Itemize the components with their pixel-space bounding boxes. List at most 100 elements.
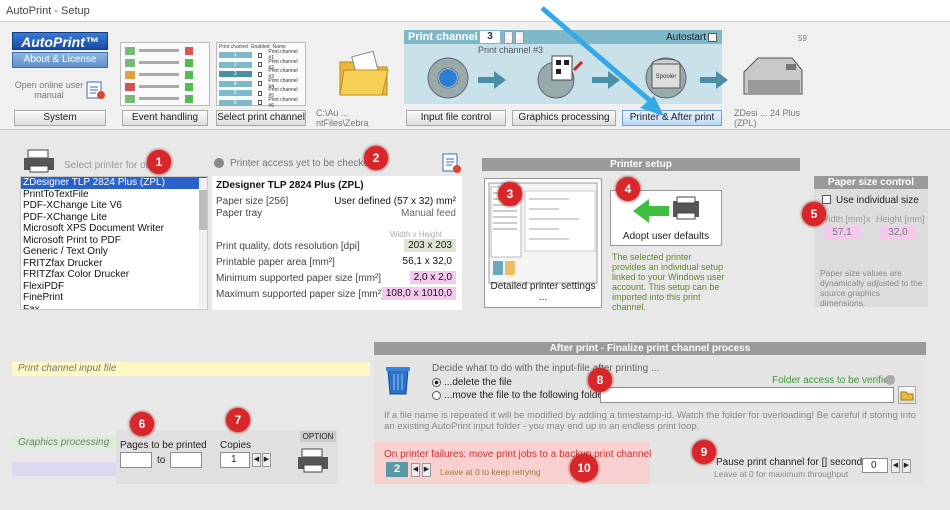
channel-enabled-checkbox[interactable] xyxy=(257,90,263,96)
adopt-user-defaults-label: Adopt user defaults xyxy=(622,231,710,242)
table-header-channel: Print channel xyxy=(219,44,249,50)
event-handling-button[interactable]: Event handling xyxy=(122,110,208,126)
printer-access-label: Printer access yet to be checked xyxy=(230,158,375,169)
channel-enabled-checkbox[interactable] xyxy=(257,62,263,68)
folder-access-label: Folder access to be verified xyxy=(772,375,895,386)
pages-label: Pages to be printed xyxy=(120,440,207,451)
printer-list-item[interactable]: Fax xyxy=(21,304,207,310)
printer-setup-note: The selected printer provides an individ… xyxy=(612,252,725,312)
pause-seconds-input[interactable]: 0 xyxy=(862,458,888,473)
listbox-scrollbar[interactable] xyxy=(199,178,207,308)
printer-list-item[interactable]: FlexiPDF xyxy=(21,281,207,293)
printer-info-panel: ZDesigner TLP 2824 Plus (ZPL) Paper size… xyxy=(212,176,462,310)
backup-down-icon[interactable]: ◀ xyxy=(411,463,420,477)
arrow-1-icon xyxy=(478,70,506,93)
page-from-input[interactable] xyxy=(120,452,152,468)
quality-value: 203 x 203 xyxy=(404,239,456,252)
input-file-control-icon xyxy=(420,52,476,102)
channel-enabled-checkbox[interactable] xyxy=(257,100,263,106)
paper-size-note: Paper size values are dynamically adjust… xyxy=(820,268,923,308)
paper-size-value: User defined (57 x 32) mm² xyxy=(334,196,456,207)
input-path-label: C:\Au ... ntFiles\Zebra xyxy=(316,108,369,128)
marker-1: 1 xyxy=(147,150,171,174)
marker-4: 4 xyxy=(616,177,640,201)
channel-row-number: 3 xyxy=(219,71,252,78)
channel-row-name: Print channel #6 xyxy=(268,96,298,109)
channel-row-number: 6 xyxy=(219,99,252,106)
printer-list-item[interactable]: FRITZfax Drucker xyxy=(21,258,207,270)
printer-list-item[interactable]: PrintToTextFile xyxy=(21,189,207,201)
page-to-input[interactable] xyxy=(170,452,202,468)
marker-9: 9 xyxy=(692,440,716,464)
printer-list-item[interactable]: Generic / Text Only xyxy=(21,246,207,258)
autostart-checkbox[interactable] xyxy=(708,33,717,42)
height-mm-label: Height [mm] xyxy=(876,214,925,224)
purple-section-bar xyxy=(12,462,116,476)
printer-icon xyxy=(22,148,58,174)
channel-table-thumbnail: Print channel Enabled Name 1 Print channe… xyxy=(216,42,306,109)
printer-manual-icon[interactable] xyxy=(440,152,462,174)
printer-list-item[interactable]: Microsoft Print to PDF xyxy=(21,235,207,247)
paper-size-row: Paper size [256] User defined (57 x 32) m… xyxy=(216,196,460,207)
detailed-settings-label: Detailed printer settings ... xyxy=(490,281,596,303)
copies-down-icon[interactable]: ◀ xyxy=(252,453,261,467)
channel-enabled-checkbox[interactable] xyxy=(257,81,263,87)
backup-channel-value[interactable]: 2 xyxy=(386,462,408,477)
max-size-label: Maximum supported paper size [mm²] xyxy=(216,289,384,300)
pause-note: Leave at 0 for maximum throughput xyxy=(714,469,849,479)
table-header-enabled: Enabled xyxy=(251,44,270,50)
channel-next-icon[interactable]: ▶ xyxy=(515,31,524,44)
target-printer-label: ZDesi ... 24 Plus (ZPL) xyxy=(734,108,801,128)
online-manual-link[interactable]: Open online user manual xyxy=(14,80,84,100)
min-size-label: Minimum supported paper size [mm²] xyxy=(216,273,382,284)
channel-prev-icon[interactable]: ◀ xyxy=(504,31,513,44)
pause-label: Pause print channel for [] seconds xyxy=(716,457,868,468)
channel-row-number: 5 xyxy=(219,90,252,97)
paper-width-input[interactable]: 57,1 xyxy=(824,226,860,240)
move-folder-input[interactable] xyxy=(600,387,894,403)
option-label: OPTION xyxy=(300,431,336,442)
backup-up-icon[interactable]: ▶ xyxy=(422,463,431,477)
copies-input[interactable]: 1 xyxy=(220,452,250,468)
recycle-bin-icon xyxy=(384,364,412,396)
max-size-value: 108,0 x 1010,0 xyxy=(381,287,456,300)
channel-table-rows: 1 Print channel #1 2 Print channel #2 3 Print… xyxy=(217,49,305,109)
printer-listbox[interactable]: ZDesigner TLP 2824 Plus (ZPL) PrintToText… xyxy=(20,176,208,310)
printer-list-item[interactable]: PDF-XChange Lite V6 xyxy=(21,200,207,212)
input-file-control-button[interactable]: Input file control xyxy=(406,110,506,126)
graphics-section-label: Graphics processing xyxy=(12,436,116,450)
channel-enabled-checkbox[interactable] xyxy=(257,71,263,77)
table-row[interactable]: 6 Print channel #6 xyxy=(219,96,303,109)
browse-folder-icon[interactable] xyxy=(898,386,916,404)
printer-list-item[interactable]: FinePrint xyxy=(21,292,207,304)
marker-10: 10 xyxy=(570,454,598,482)
paper-height-input[interactable]: 32,0 xyxy=(880,226,916,240)
window-title: AutoPrint - Setup xyxy=(6,5,90,17)
marker-7: 7 xyxy=(226,408,250,432)
system-button[interactable]: System xyxy=(14,110,106,126)
printer-list-item[interactable]: ZDesigner TLP 2824 Plus (ZPL) xyxy=(21,177,207,189)
select-print-channel-button[interactable]: Select print channel xyxy=(216,110,306,126)
printer-list-item[interactable]: PDF-XChange Lite xyxy=(21,212,207,224)
paper-size-header: Paper size control xyxy=(814,176,928,189)
move-file-label: ...move the file to the following folder xyxy=(444,390,607,401)
arrow-3-icon xyxy=(700,70,728,93)
delete-file-radio[interactable] xyxy=(432,378,441,387)
copies-up-icon[interactable]: ▶ xyxy=(262,453,271,467)
area-label: Printable paper area [mm²] xyxy=(216,257,335,268)
copies-label: Copies xyxy=(220,440,252,451)
event-handling-thumbnail xyxy=(120,42,210,106)
printer-list-item[interactable]: FRITZfax Color Drucker xyxy=(21,269,207,281)
individual-size-checkbox[interactable] xyxy=(822,195,831,204)
move-file-radio[interactable] xyxy=(432,391,441,400)
pause-up-icon[interactable]: ▶ xyxy=(902,459,911,473)
printer-list-item[interactable]: Microsoft XPS Document Writer xyxy=(21,223,207,235)
option-printer-icon[interactable] xyxy=(296,446,330,476)
paper-tray-label: Paper tray xyxy=(216,208,263,219)
manual-icon[interactable] xyxy=(84,80,106,100)
about-license-button[interactable]: About & License xyxy=(12,52,108,68)
pause-down-icon[interactable]: ◀ xyxy=(891,459,900,473)
delete-file-label: ...delete the file xyxy=(444,377,512,388)
paper-size-label: Paper size [256] xyxy=(216,196,289,207)
channel-enabled-checkbox[interactable] xyxy=(257,52,263,58)
